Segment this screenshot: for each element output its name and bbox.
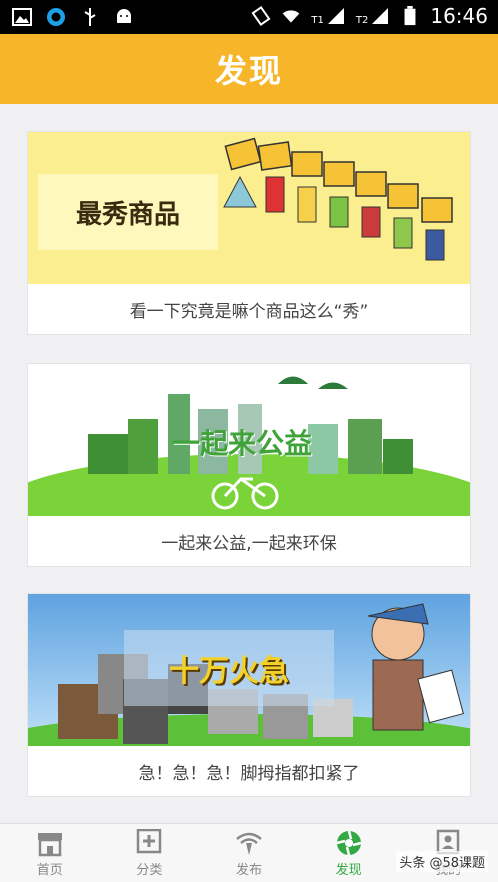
- banner-charity[interactable]: 一起来公益: [28, 364, 470, 516]
- rotate-icon: [251, 6, 271, 26]
- card-caption: 一起来公益,一起来环保: [161, 533, 337, 554]
- banner-label-box: 最秀商品: [38, 174, 218, 250]
- card-caption: 急！急！急！脚拇指都扣紧了: [138, 763, 360, 784]
- add-square-icon: [137, 828, 162, 853]
- tab-publish[interactable]: 发布: [199, 824, 299, 882]
- battery-icon: [404, 6, 416, 26]
- signal-icon: [327, 8, 344, 24]
- page-header: 发现: [0, 34, 498, 104]
- page-title: 发现: [214, 52, 283, 90]
- gallery-icon: [12, 8, 32, 26]
- broadcast-icon: [236, 832, 262, 855]
- signal-icon: [372, 8, 389, 24]
- wifi-icon: [283, 10, 300, 23]
- banner-label-box: 十万火急: [124, 630, 334, 706]
- android-icon: [117, 9, 131, 23]
- tab-label: 发布: [235, 862, 262, 878]
- signal-sim2: T2: [356, 6, 390, 26]
- card-charity[interactable]: 一起来公益 一起来公益,一起来环保: [28, 364, 470, 566]
- banner-urgent[interactable]: 十万火急: [28, 594, 470, 746]
- tab-home[interactable]: 首页: [0, 824, 100, 882]
- watermark: 头条 @58课题: [396, 851, 488, 872]
- tab-label: 分类: [136, 862, 163, 878]
- store-icon: [37, 832, 62, 856]
- tab-label: 首页: [36, 862, 63, 878]
- signal-sim1: T1: [311, 6, 345, 26]
- banner-best-products[interactable]: 最秀商品: [28, 132, 470, 284]
- banner-title: 十万火急: [169, 654, 289, 689]
- aperture-icon: [336, 830, 361, 855]
- app-q-icon: [47, 8, 65, 26]
- status-bar: T1 T2 16:46: [0, 0, 498, 34]
- banner-title: 最秀商品: [75, 199, 180, 230]
- clock: 16:46: [430, 4, 488, 28]
- tab-label: 发现: [335, 862, 362, 878]
- banner-title: 一起来公益: [172, 427, 313, 460]
- card-caption: 看一下究竟是嘛个商品这么“秀”: [129, 301, 369, 322]
- card-urgent[interactable]: 十万火急 急！急！急！脚拇指都扣紧了: [28, 594, 470, 796]
- tab-category[interactable]: 分类: [100, 824, 200, 882]
- tab-discover[interactable]: 发现: [299, 824, 399, 882]
- usb-icon: [84, 8, 96, 26]
- card-best-products[interactable]: 最秀商品 看一下究竟是嘛个商品这么“秀”: [28, 132, 470, 334]
